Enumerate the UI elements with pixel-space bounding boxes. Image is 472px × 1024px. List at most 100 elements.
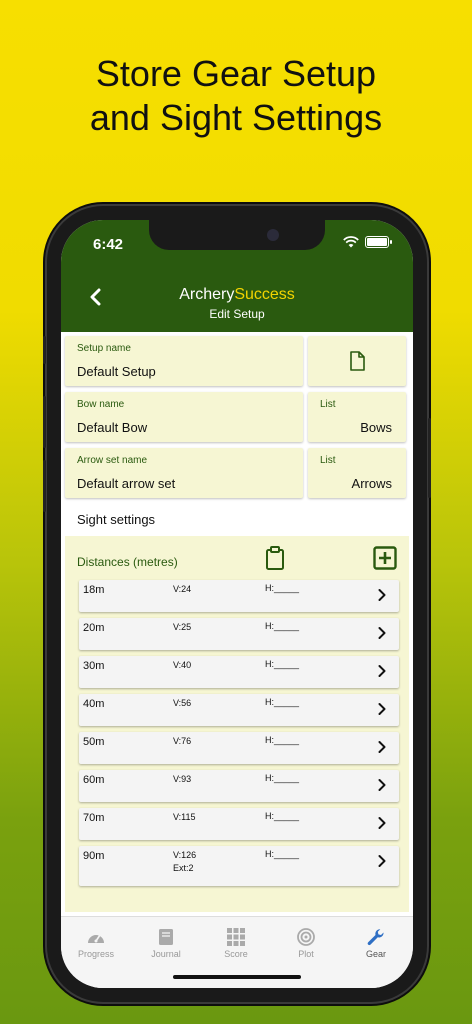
chevron-right-icon xyxy=(378,665,386,677)
status-time: 6:42 xyxy=(93,236,124,253)
brand-part-1: Archery xyxy=(179,286,235,303)
promo-headline: Store Gear Setup and Sight Settings xyxy=(0,52,472,140)
distance-value: 90m xyxy=(83,850,105,862)
wrench-icon xyxy=(367,929,384,946)
new-setup-button[interactable] xyxy=(308,336,406,386)
arrows-list-button[interactable]: List Arrows xyxy=(308,448,406,498)
distances-panel: Distances (metres) 18m V:24 H:_____ 20m V:25… xyxy=(65,536,409,912)
horizontal-setting: H:_____ xyxy=(265,583,300,593)
add-distance-button[interactable] xyxy=(373,546,397,575)
phone-frame: 6:42 ArcherySuccess Edit Setup Setup nam… xyxy=(43,206,431,1002)
setup-name-field[interactable]: Setup name Default Setup xyxy=(65,336,303,386)
tab-progress-label: Progress xyxy=(77,949,114,959)
camera-icon xyxy=(267,229,279,241)
horizontal-setting: H:_____ xyxy=(265,849,300,859)
chevron-right-icon xyxy=(378,741,386,753)
vertical-value: V:126 xyxy=(173,850,197,860)
paste-button[interactable] xyxy=(265,546,285,575)
mute-switch xyxy=(43,336,46,364)
distances-label: Distances (metres) xyxy=(77,555,178,569)
vertical-setting: V:93 xyxy=(173,773,191,786)
brand-part-2: Success xyxy=(234,286,295,303)
vertical-setting: V:115 xyxy=(173,811,196,824)
extension-value: Ext:2 xyxy=(173,863,194,873)
notch xyxy=(149,220,325,250)
setup-name-label: Setup name xyxy=(77,343,131,354)
distance-row[interactable]: 18m V:24 H:_____ xyxy=(79,580,399,612)
distance-row[interactable]: 30m V:40 H:_____ xyxy=(79,656,399,688)
vertical-value: V:76 xyxy=(173,736,192,746)
clipboard-icon xyxy=(266,546,284,570)
edit-setup-content: Setup name Default Setup Bow name Defaul… xyxy=(61,332,413,916)
target-icon xyxy=(297,928,315,946)
arrow-set-name-value: Default arrow set xyxy=(77,476,176,491)
horizontal-setting: H:_____ xyxy=(265,811,300,821)
gauge-icon xyxy=(88,934,104,943)
distance-row[interactable]: 40m V:56 H:_____ xyxy=(79,694,399,726)
vertical-setting: V:76 xyxy=(173,735,191,748)
vertical-setting: V:25 xyxy=(173,621,191,634)
grid-icon xyxy=(227,928,245,946)
tab-score-label: Score xyxy=(224,949,248,959)
tab-journal[interactable]: Journal xyxy=(131,927,201,959)
horizontal-setting: H:_____ xyxy=(265,735,300,745)
chevron-right-icon xyxy=(378,627,386,639)
tab-gear[interactable]: Gear xyxy=(341,927,411,959)
bow-name-value: Default Bow xyxy=(77,420,148,435)
horizontal-setting: H:_____ xyxy=(265,773,300,783)
arrows-list-value: Arrows xyxy=(351,476,392,491)
distance-row[interactable]: 70m V:115 H:_____ xyxy=(79,808,399,840)
chevron-right-icon xyxy=(378,779,386,791)
vertical-value: V:25 xyxy=(173,622,192,632)
distance-row[interactable]: 50m V:76 H:_____ xyxy=(79,732,399,764)
horizontal-setting: H:_____ xyxy=(265,697,300,707)
arrows-list-label: List xyxy=(320,455,336,466)
bows-list-button[interactable]: List Bows xyxy=(308,392,406,442)
vertical-setting: V:24 xyxy=(173,583,191,596)
tab-plot-label: Plot xyxy=(298,949,314,959)
book-icon xyxy=(159,929,173,945)
promo-line-1: Store Gear Setup xyxy=(95,53,377,94)
arrow-set-name-label: Arrow set name xyxy=(77,455,148,466)
chevron-right-icon xyxy=(378,817,386,829)
tab-score[interactable]: Score xyxy=(201,927,271,959)
bows-list-value: Bows xyxy=(360,420,392,435)
power-button xyxy=(428,418,431,498)
chevron-right-icon xyxy=(378,855,386,867)
vertical-value: V:24 xyxy=(173,584,192,594)
bows-list-label: List xyxy=(320,399,336,410)
vertical-setting: V:56 xyxy=(173,697,191,710)
volume-down-button xyxy=(43,460,46,512)
distance-value: 70m xyxy=(83,812,105,824)
volume-up-button xyxy=(43,396,46,448)
horizontal-setting: H:_____ xyxy=(265,659,300,669)
distance-value: 20m xyxy=(83,622,105,634)
plus-square-icon xyxy=(373,546,397,570)
distance-row[interactable]: 20m V:25 H:_____ xyxy=(79,618,399,650)
distance-value: 50m xyxy=(83,736,105,748)
promo-line-2: and Sight Settings xyxy=(89,97,383,138)
wifi-icon xyxy=(343,236,359,248)
tab-gear-label: Gear xyxy=(365,949,386,959)
arrow-set-name-field[interactable]: Arrow set name Default arrow set xyxy=(65,448,303,498)
bow-name-field[interactable]: Bow name Default Bow xyxy=(65,392,303,442)
app-header: 6:42 ArcherySuccess Edit Setup xyxy=(61,220,413,332)
status-icons xyxy=(343,236,392,248)
distance-value: 18m xyxy=(83,584,105,596)
phone-screen: 6:42 ArcherySuccess Edit Setup Setup nam… xyxy=(61,220,413,988)
horizontal-setting: H:_____ xyxy=(265,621,300,631)
document-icon xyxy=(350,351,365,371)
distance-value: 40m xyxy=(83,698,105,710)
home-indicator xyxy=(173,975,301,979)
chevron-right-icon xyxy=(378,703,386,715)
tab-plot[interactable]: Plot xyxy=(271,927,341,959)
setup-name-value: Default Setup xyxy=(77,364,156,379)
battery-icon xyxy=(365,236,392,248)
distance-value: 30m xyxy=(83,660,105,672)
tab-progress[interactable]: Progress xyxy=(61,927,131,959)
distance-row[interactable]: 60m V:93 H:_____ xyxy=(79,770,399,802)
distance-row[interactable]: 90m V:126 Ext:2 H:_____ xyxy=(79,846,399,886)
vertical-value: V:40 xyxy=(173,660,192,670)
distance-value: 60m xyxy=(83,774,105,786)
vertical-value: V:56 xyxy=(173,698,192,708)
